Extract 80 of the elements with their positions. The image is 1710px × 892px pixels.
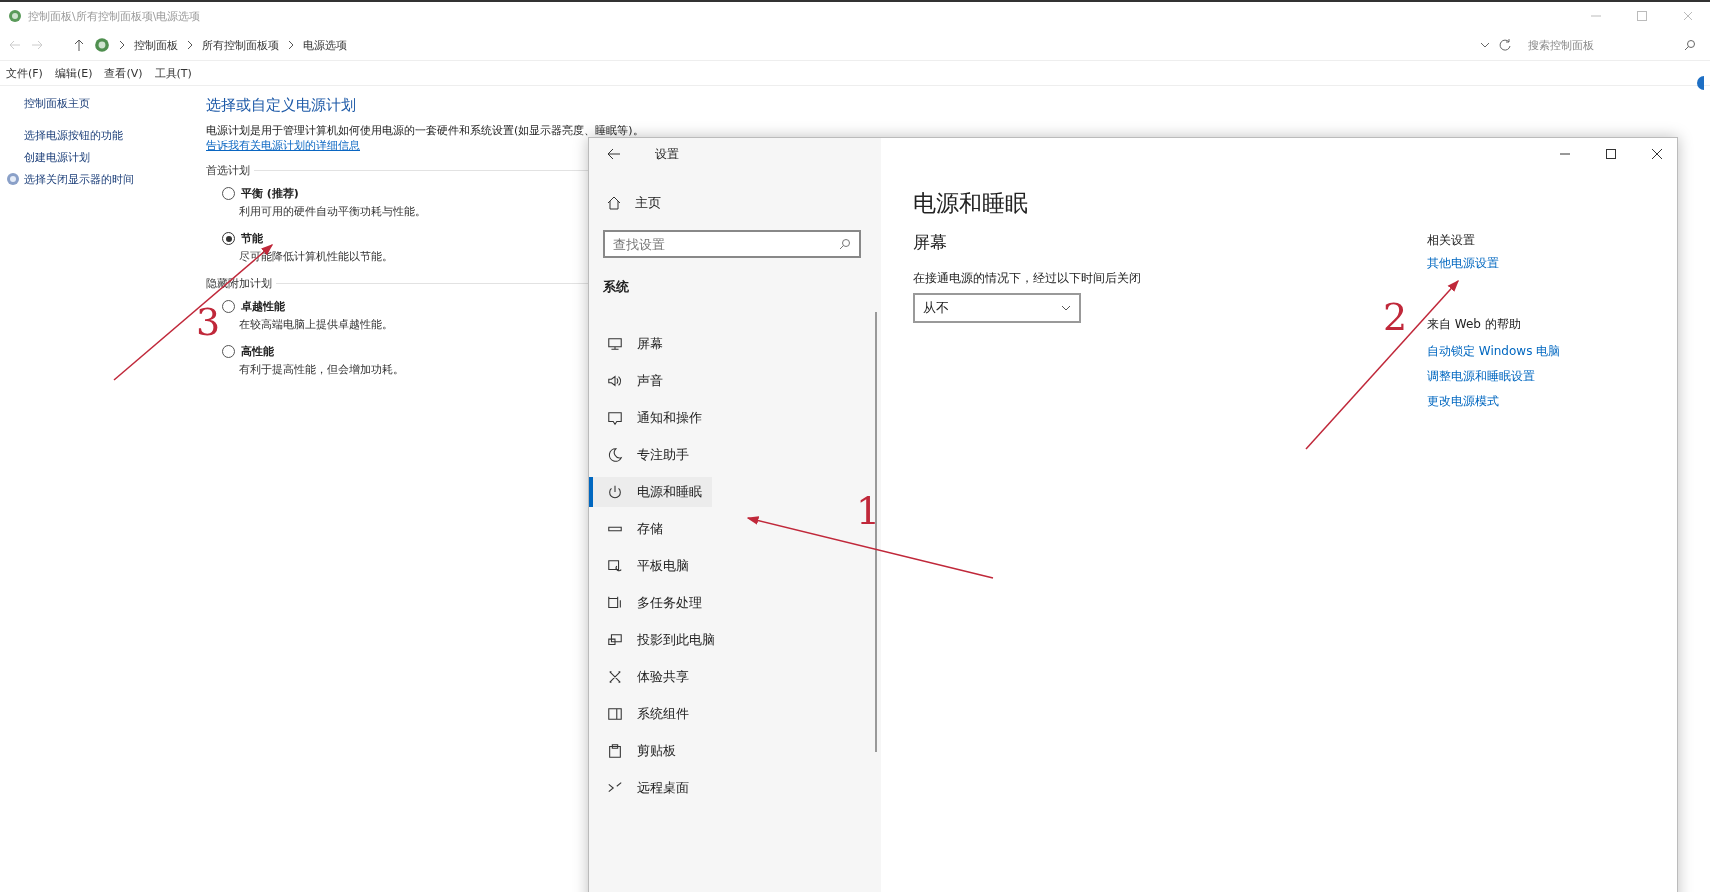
- plan-description: 利用可用的硬件自动平衡功耗与性能。: [239, 204, 426, 219]
- annotation-number: 2: [1383, 298, 1408, 336]
- dropdown-icon[interactable]: [1480, 40, 1490, 50]
- multitask-icon: [607, 595, 623, 611]
- nav-item[interactable]: 电源和睡眠: [589, 477, 712, 507]
- help-link[interactable]: 更改电源模式: [1427, 393, 1499, 410]
- breadcrumb-item[interactable]: 控制面板: [134, 37, 178, 53]
- chevron-icon: [287, 40, 295, 50]
- window-title: 控制面板\所有控制面板项\电源选项: [28, 8, 201, 24]
- nav-item[interactable]: 声音: [589, 366, 673, 396]
- control-panel-icon: [94, 37, 110, 53]
- help-heading: 来自 Web 的帮助: [1427, 316, 1521, 333]
- plan-name: 高性能: [241, 344, 274, 359]
- sidebar-link[interactable]: 选择电源按钮的功能: [24, 127, 123, 143]
- tablet-icon: [607, 558, 623, 574]
- nav-item[interactable]: 通知和操作: [589, 403, 712, 433]
- power-icon: [607, 484, 623, 500]
- nav-item[interactable]: 远程桌面: [589, 773, 699, 803]
- sidebar-link[interactable]: 选择关闭显示器的时间: [24, 171, 134, 187]
- components-icon: [607, 706, 623, 722]
- nav-item[interactable]: 平板电脑: [589, 551, 699, 581]
- sidebar-link[interactable]: 控制面板主页: [24, 95, 90, 111]
- menu-item[interactable]: 编辑(E): [54, 65, 93, 81]
- plan-name: 卓越性能: [241, 299, 285, 314]
- nav-item[interactable]: 屏幕: [589, 329, 673, 359]
- menu-item[interactable]: 文件(F): [6, 65, 43, 81]
- breadcrumb-item[interactable]: 电源选项: [303, 37, 347, 53]
- settings-link[interactable]: 其他电源设置: [1427, 255, 1499, 272]
- sidebar-link[interactable]: 创建电源计划: [24, 149, 90, 165]
- related-heading: 相关设置: [1427, 232, 1475, 249]
- chevron-icon: [1061, 304, 1071, 312]
- share-icon: [607, 669, 623, 685]
- plan-description: 有利于提高性能，但会增加功耗。: [239, 362, 404, 377]
- plan-name: 平衡 (推荐): [241, 186, 299, 201]
- page-heading: 选择或自定义电源计划: [206, 96, 357, 115]
- maximize-icon[interactable]: [1605, 148, 1617, 160]
- notification-icon: [607, 410, 623, 426]
- refresh-icon[interactable]: [1498, 38, 1512, 52]
- annotation-number: 1: [856, 492, 881, 530]
- search-icon: [1684, 39, 1696, 51]
- close-icon[interactable]: [1651, 148, 1663, 160]
- search-field[interactable]: 搜索控制面板: [1526, 37, 1684, 53]
- plan-description: 在较高端电脑上提供卓越性能。: [239, 317, 393, 332]
- nav-item[interactable]: 系统组件: [589, 699, 699, 729]
- search-icon: [839, 238, 851, 250]
- window-title: 设置: [655, 145, 679, 163]
- nav-item[interactable]: 多任务处理: [589, 588, 712, 618]
- timeout-dropdown[interactable]: 从不: [913, 293, 1081, 323]
- nav-item[interactable]: 投影到此电脑: [589, 625, 725, 655]
- search-field[interactable]: 查找设置: [603, 230, 861, 258]
- home-item[interactable]: 主页: [589, 188, 671, 218]
- setting-label: 在接通电源的情况下，经过以下时间后关闭: [913, 270, 1142, 287]
- menu-item[interactable]: 查看(V): [104, 65, 143, 81]
- chevron-icon: [118, 40, 126, 50]
- annotation-number: 3: [196, 303, 221, 341]
- help-link[interactable]: 调整电源和睡眠设置: [1427, 368, 1535, 385]
- section-heading: 屏幕: [913, 231, 948, 254]
- moon-icon: [607, 447, 623, 463]
- help-link[interactable]: 自动锁定 Windows 电脑: [1427, 343, 1561, 360]
- sound-icon: [607, 373, 623, 389]
- project-icon: [607, 632, 623, 648]
- page-title: 电源和睡眠: [913, 189, 1029, 218]
- details-link[interactable]: 告诉我有关电源计划的详细信息: [206, 139, 360, 152]
- group-title: 首选计划: [206, 163, 250, 178]
- plan-name: 节能: [241, 231, 263, 246]
- menu-item[interactable]: 工具(T): [154, 65, 192, 81]
- up-icon[interactable]: [72, 38, 86, 52]
- nav-item[interactable]: 剪贴板: [589, 736, 686, 766]
- home-icon: [607, 196, 621, 210]
- display-icon: [607, 336, 623, 352]
- nav-item[interactable]: 存储: [589, 514, 673, 544]
- chevron-icon: [186, 40, 194, 50]
- monitor-icon: [6, 172, 20, 186]
- control-panel-icon: [8, 9, 22, 23]
- breadcrumb-item[interactable]: 所有控制面板项: [202, 37, 279, 53]
- back-icon[interactable]: [607, 148, 621, 160]
- clipboard-icon: [607, 743, 623, 759]
- nav-item[interactable]: 专注助手: [589, 440, 699, 470]
- nav-item[interactable]: 体验共享: [589, 662, 699, 692]
- section-heading: 系统: [603, 278, 630, 296]
